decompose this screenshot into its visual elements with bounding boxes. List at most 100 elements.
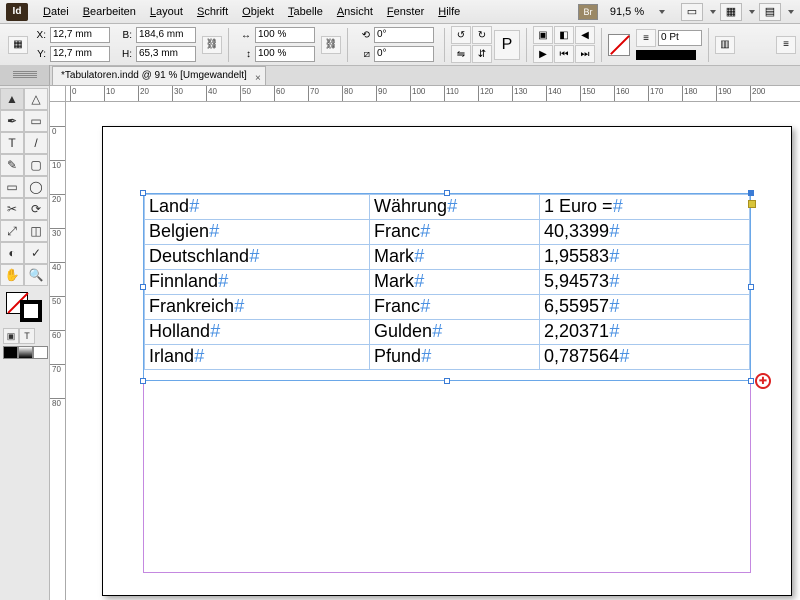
h-input[interactable]: 65,3 mm — [136, 46, 196, 62]
caret-icon[interactable] — [710, 10, 716, 14]
rotate-ccw-icon[interactable]: ↺ — [451, 26, 471, 44]
selection-tool-icon[interactable]: ▲ — [0, 88, 24, 110]
table-cell[interactable]: 0,787564# — [540, 345, 750, 370]
table-cell[interactable]: Irland# — [145, 345, 370, 370]
apply-gradient-icon[interactable] — [18, 346, 33, 359]
table-cell[interactable]: 1,95583# — [540, 245, 750, 270]
table-cell[interactable]: 1 Euro =# — [540, 195, 750, 220]
table-cell[interactable]: Gulden# — [370, 320, 540, 345]
menu-bearbeiten[interactable]: Bearbeiten — [76, 6, 143, 18]
formatting-container-icon[interactable]: ▣ — [3, 328, 19, 344]
hand-tool-icon[interactable]: ✋ — [0, 264, 24, 286]
rotate-tool-icon[interactable]: ⟳ — [24, 198, 48, 220]
panel-menu-icon[interactable]: ≡ — [776, 36, 796, 54]
scale-tool-icon[interactable]: ⤢ — [0, 220, 24, 242]
menu-tabelle[interactable]: Tabelle — [281, 6, 330, 18]
table-cell[interactable]: Mark# — [370, 245, 540, 270]
table-cell[interactable]: Pfund# — [370, 345, 540, 370]
menu-schrift[interactable]: Schrift — [190, 6, 235, 18]
overset-text-icon[interactable]: ✚ — [755, 373, 771, 389]
yellow-handle-icon[interactable] — [748, 200, 756, 208]
select-first-icon[interactable]: ⏮ — [554, 45, 574, 63]
constrain-icon[interactable]: ⛓ — [202, 36, 222, 54]
scaley-input[interactable]: 100 % — [255, 46, 315, 62]
stroke-style-icon[interactable] — [636, 50, 696, 60]
x-input[interactable]: 12,7 mm — [50, 27, 110, 43]
fill-stroke-icon[interactable] — [6, 292, 42, 322]
line-tool-icon[interactable]: / — [24, 132, 48, 154]
w-input[interactable]: 184,6 mm — [136, 27, 196, 43]
constrain-scale-icon[interactable]: ⛓ — [321, 36, 341, 54]
pen-tool-icon[interactable]: ✒ — [0, 110, 24, 132]
table-cell[interactable]: Franc# — [370, 295, 540, 320]
text-tool-icon[interactable]: T — [0, 132, 24, 154]
table-cell[interactable]: Holland# — [145, 320, 370, 345]
y-input[interactable]: 12,7 mm — [50, 46, 110, 62]
menu-ansicht[interactable]: Ansicht — [330, 6, 380, 18]
pencil-tool-icon[interactable]: ✎ — [0, 154, 24, 176]
table-cell[interactable]: 2,20371# — [540, 320, 750, 345]
effects-icon[interactable]: ▥ — [715, 36, 735, 54]
table-cell[interactable]: 5,94573# — [540, 270, 750, 295]
flip-v-icon[interactable]: ⇵ — [472, 45, 492, 63]
scalex-input[interactable]: 100 % — [255, 27, 315, 43]
apply-none-icon[interactable] — [33, 346, 48, 359]
panel-grip-icon[interactable] — [0, 65, 50, 85]
select-container-icon[interactable]: ▣ — [533, 26, 553, 44]
text-frame[interactable]: Land#Währung#1 Euro =#Belgien#Franc#40,3… — [143, 193, 751, 381]
canvas[interactable]: Land#Währung#1 Euro =#Belgien#Franc#40,3… — [66, 102, 800, 600]
ellipse-tool-icon[interactable]: ◯ — [24, 176, 48, 198]
eyedropper-tool-icon[interactable]: ✓ — [24, 242, 48, 264]
vertical-ruler[interactable]: 01020304050607080 — [50, 102, 66, 600]
table-cell[interactable]: 40,3399# — [540, 220, 750, 245]
arrange-icon[interactable]: ▤ — [759, 3, 781, 21]
rectangle-tool-icon[interactable]: ▭ — [0, 176, 24, 198]
flip-h-icon[interactable]: ⇋ — [451, 45, 471, 63]
scissors-tool-icon[interactable]: ✂ — [0, 198, 24, 220]
document-tab[interactable]: *Tabulatoren.indd @ 91 % [Umgewandelt] × — [52, 66, 266, 85]
bridge-icon[interactable]: Br — [578, 4, 598, 20]
zoom-tool-icon[interactable]: 🔍 — [24, 264, 48, 286]
ref-point-icon[interactable]: ▦ — [8, 36, 28, 54]
table-cell[interactable]: Frankreich# — [145, 295, 370, 320]
table-cell[interactable]: Deutschland# — [145, 245, 370, 270]
gradient-tool-icon[interactable]: ◐ — [0, 242, 24, 264]
menu-hilfe[interactable]: Hilfe — [431, 6, 467, 18]
table-cell[interactable]: Land# — [145, 195, 370, 220]
formatting-text-icon[interactable]: T — [19, 328, 35, 344]
menu-fenster[interactable]: Fenster — [380, 6, 431, 18]
paragraph-mark-icon: # — [609, 321, 619, 341]
select-next-icon[interactable]: ▶ — [533, 45, 553, 63]
zoom-level[interactable]: 91,5 % — [602, 6, 652, 18]
ruler-origin-icon[interactable] — [50, 86, 66, 102]
table-cell[interactable]: Währung# — [370, 195, 540, 220]
menu-datei[interactable]: Datei — [36, 6, 76, 18]
caret-icon[interactable] — [749, 10, 755, 14]
zoom-caret-icon[interactable] — [659, 10, 665, 14]
menu-objekt[interactable]: Objekt — [235, 6, 281, 18]
select-prev-icon[interactable]: ◀ — [575, 26, 595, 44]
type-tool-icon[interactable]: ▭ — [24, 110, 48, 132]
table-cell[interactable]: Mark# — [370, 270, 540, 295]
horizontal-ruler[interactable]: 0102030405060708090100110120130140150160… — [66, 86, 800, 102]
apply-color-icon[interactable] — [3, 346, 18, 359]
free-transform-icon[interactable]: ◫ — [24, 220, 48, 242]
table-cell[interactable]: Franc# — [370, 220, 540, 245]
caret-icon[interactable] — [788, 10, 794, 14]
select-content-icon[interactable]: ◧ — [554, 26, 574, 44]
direct-selection-tool-icon[interactable]: △ — [24, 88, 48, 110]
menu-layout[interactable]: Layout — [143, 6, 190, 18]
stroke-weight-input[interactable]: 0 Pt — [658, 30, 702, 46]
shear-input[interactable]: 0° — [374, 46, 434, 62]
table-cell[interactable]: 6,55957# — [540, 295, 750, 320]
fill-swatch-icon[interactable] — [608, 34, 630, 56]
rotate-input[interactable]: 0° — [374, 27, 434, 43]
view-mode-icon[interactable]: ▭ — [681, 3, 703, 21]
screen-mode-icon[interactable]: ▦ — [720, 3, 742, 21]
table-cell[interactable]: Belgien# — [145, 220, 370, 245]
frame-tool-icon[interactable]: ▢ — [24, 154, 48, 176]
p-icon[interactable]: P — [494, 30, 520, 60]
select-last-icon[interactable]: ⏭ — [575, 45, 595, 63]
rotate-cw-icon[interactable]: ↻ — [472, 26, 492, 44]
table-cell[interactable]: Finnland# — [145, 270, 370, 295]
